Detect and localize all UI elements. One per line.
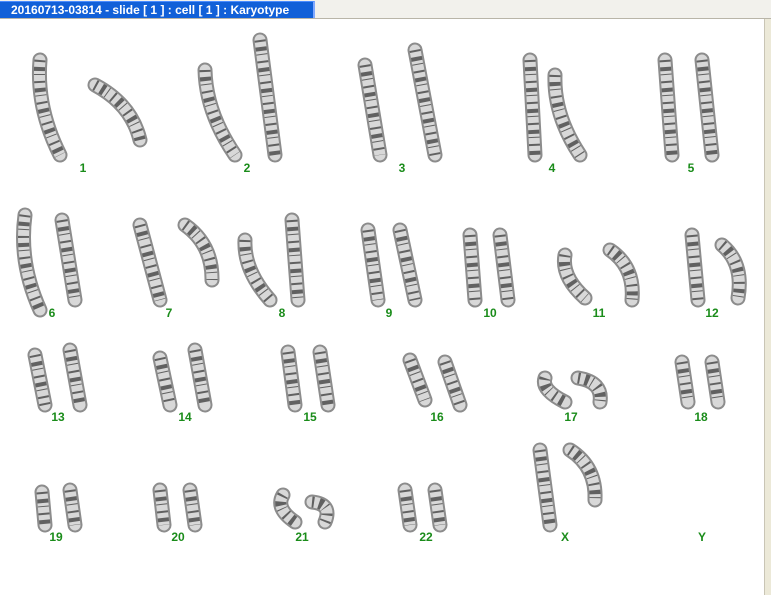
chromosome-1-2[interactable] [87, 77, 148, 148]
chromosome-2-1[interactable] [197, 62, 243, 163]
chromosome-label-19: 19 [49, 530, 63, 544]
chromosome-9-2[interactable] [392, 222, 423, 308]
chromosome-20-2[interactable] [182, 482, 203, 533]
chromosome-16-2[interactable] [437, 354, 468, 413]
chromosome-6-1[interactable] [16, 207, 48, 318]
chromosome-1-1[interactable] [31, 52, 68, 163]
chromosome-15-2[interactable] [312, 344, 336, 413]
chromosome-6-2[interactable] [54, 212, 83, 308]
chromosome-8-2[interactable] [284, 212, 306, 308]
chromosome-19-1[interactable] [34, 484, 53, 533]
chromosome-18-1[interactable] [674, 354, 696, 410]
chromosome-label-9: 9 [385, 306, 393, 320]
chromosome-label-14: 14 [178, 410, 192, 424]
chromosome-label-5: 5 [687, 161, 695, 175]
chromosome-8-1[interactable] [237, 232, 278, 308]
chromosome-13-2[interactable] [62, 342, 88, 413]
chromosome-5-1[interactable] [657, 52, 680, 163]
chromosome-16-1[interactable] [402, 352, 433, 408]
chromosome-label-11: 11 [592, 306, 606, 320]
chromosome-17-2[interactable] [570, 370, 608, 410]
chromosome-9-1[interactable] [360, 222, 386, 308]
chromosome-label-8: 8 [278, 306, 286, 320]
chromosome-label-10: 10 [483, 306, 497, 320]
chromosome-label-20: 20 [171, 530, 185, 544]
chromosome-7-1[interactable] [132, 217, 168, 308]
chromosome-label-6: 6 [48, 306, 56, 320]
chromosome-7-2[interactable] [177, 217, 220, 288]
chromosome-label-16: 16 [430, 410, 444, 424]
chromosome-label-y: Y [697, 530, 706, 544]
chromosome-label-1: 1 [79, 161, 87, 175]
window-title-tab[interactable]: 20160713-03814 - slide [ 1 ] : cell [ 1 … [0, 1, 316, 18]
chromosome-20-1[interactable] [152, 482, 172, 533]
chromosome-label-21: 21 [295, 530, 309, 544]
chromosome-2-2[interactable] [252, 32, 283, 163]
chromosome-18-2[interactable] [704, 354, 726, 410]
chromosome-14-2[interactable] [187, 342, 213, 413]
chromosome-22-2[interactable] [427, 482, 448, 533]
chromosome-12-2[interactable] [714, 237, 747, 306]
chromosome-3-2[interactable] [407, 42, 443, 163]
window-title-bar: 20160713-03814 - slide [ 1 ] : cell [ 1 … [0, 0, 771, 19]
chromosome-label-4: 4 [548, 161, 556, 175]
chromosome-4-2[interactable] [547, 67, 588, 163]
chromosome-4-1[interactable] [522, 52, 543, 163]
chromosome-label-x: X [560, 530, 569, 544]
chromosome-22-1[interactable] [397, 482, 418, 533]
chromosome-x-1[interactable] [532, 442, 558, 533]
chromosome-label-12: 12 [705, 306, 719, 320]
chromosome-11-1[interactable] [556, 247, 593, 306]
chromosome-5-2[interactable] [694, 52, 720, 163]
chromosome-13-1[interactable] [27, 347, 53, 413]
chromosome-15-1[interactable] [280, 344, 303, 413]
chromosome-10-2[interactable] [492, 227, 516, 308]
chromosome-12-1[interactable] [684, 227, 706, 308]
chromosome-21-2[interactable] [304, 494, 335, 530]
chromosome-label-7: 7 [165, 306, 173, 320]
chromosome-10-1[interactable] [462, 227, 483, 308]
vertical-scrollbar[interactable] [764, 19, 771, 595]
chromosome-19-2[interactable] [62, 482, 83, 533]
chromosome-label-18: 18 [694, 410, 708, 424]
chromosome-17-1[interactable] [536, 370, 573, 410]
chromosome-14-1[interactable] [152, 350, 178, 413]
chromosome-11-2[interactable] [602, 242, 640, 308]
chromosome-label-15: 15 [303, 410, 317, 424]
chromosome-21-1[interactable] [273, 487, 303, 530]
chromosome-x-2[interactable] [562, 442, 603, 508]
chromosome-label-3: 3 [398, 161, 406, 175]
chromosome-label-13: 13 [51, 410, 65, 424]
chromosome-label-2: 2 [243, 161, 251, 175]
chromosome-label-17: 17 [564, 410, 578, 424]
chromosome-3-1[interactable] [357, 57, 388, 163]
chromosome-label-22: 22 [419, 530, 433, 544]
